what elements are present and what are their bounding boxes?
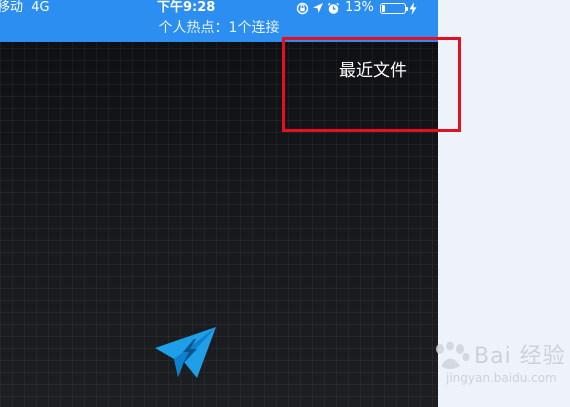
paper-plane-icon bbox=[155, 327, 216, 378]
watermark: Bai 经验 jingyan.baidu.com bbox=[430, 338, 568, 398]
network-type: 4G bbox=[31, 0, 50, 15]
battery-level-fill bbox=[381, 4, 385, 12]
battery-icon bbox=[379, 2, 408, 14]
watermark-url: jingyan.baidu.com bbox=[446, 371, 557, 385]
location-icon bbox=[312, 2, 324, 14]
baidu-paw-icon bbox=[436, 342, 470, 369]
charging-icon bbox=[409, 1, 417, 15]
system-icons: 13% bbox=[296, 1, 417, 15]
status-row: 移动 4G 下午9:28 13% bbox=[0, 0, 438, 17]
alarm-icon bbox=[327, 2, 340, 15]
carrier-info: 移动 4G bbox=[0, 0, 50, 15]
status-bar: 移动 4G 下午9:28 13% 个人热点：1个连接 bbox=[0, 0, 438, 42]
highlight-annotation-box bbox=[282, 37, 461, 132]
hotspot-banner[interactable]: 个人热点：1个连接 bbox=[0, 18, 438, 38]
battery-percent: 13% bbox=[345, 0, 374, 15]
watermark-text: Bai 经验 bbox=[474, 344, 566, 369]
carrier-name: 移动 bbox=[0, 0, 24, 15]
screen-lock-icon bbox=[296, 2, 309, 15]
status-time: 下午9:28 bbox=[157, 0, 216, 15]
